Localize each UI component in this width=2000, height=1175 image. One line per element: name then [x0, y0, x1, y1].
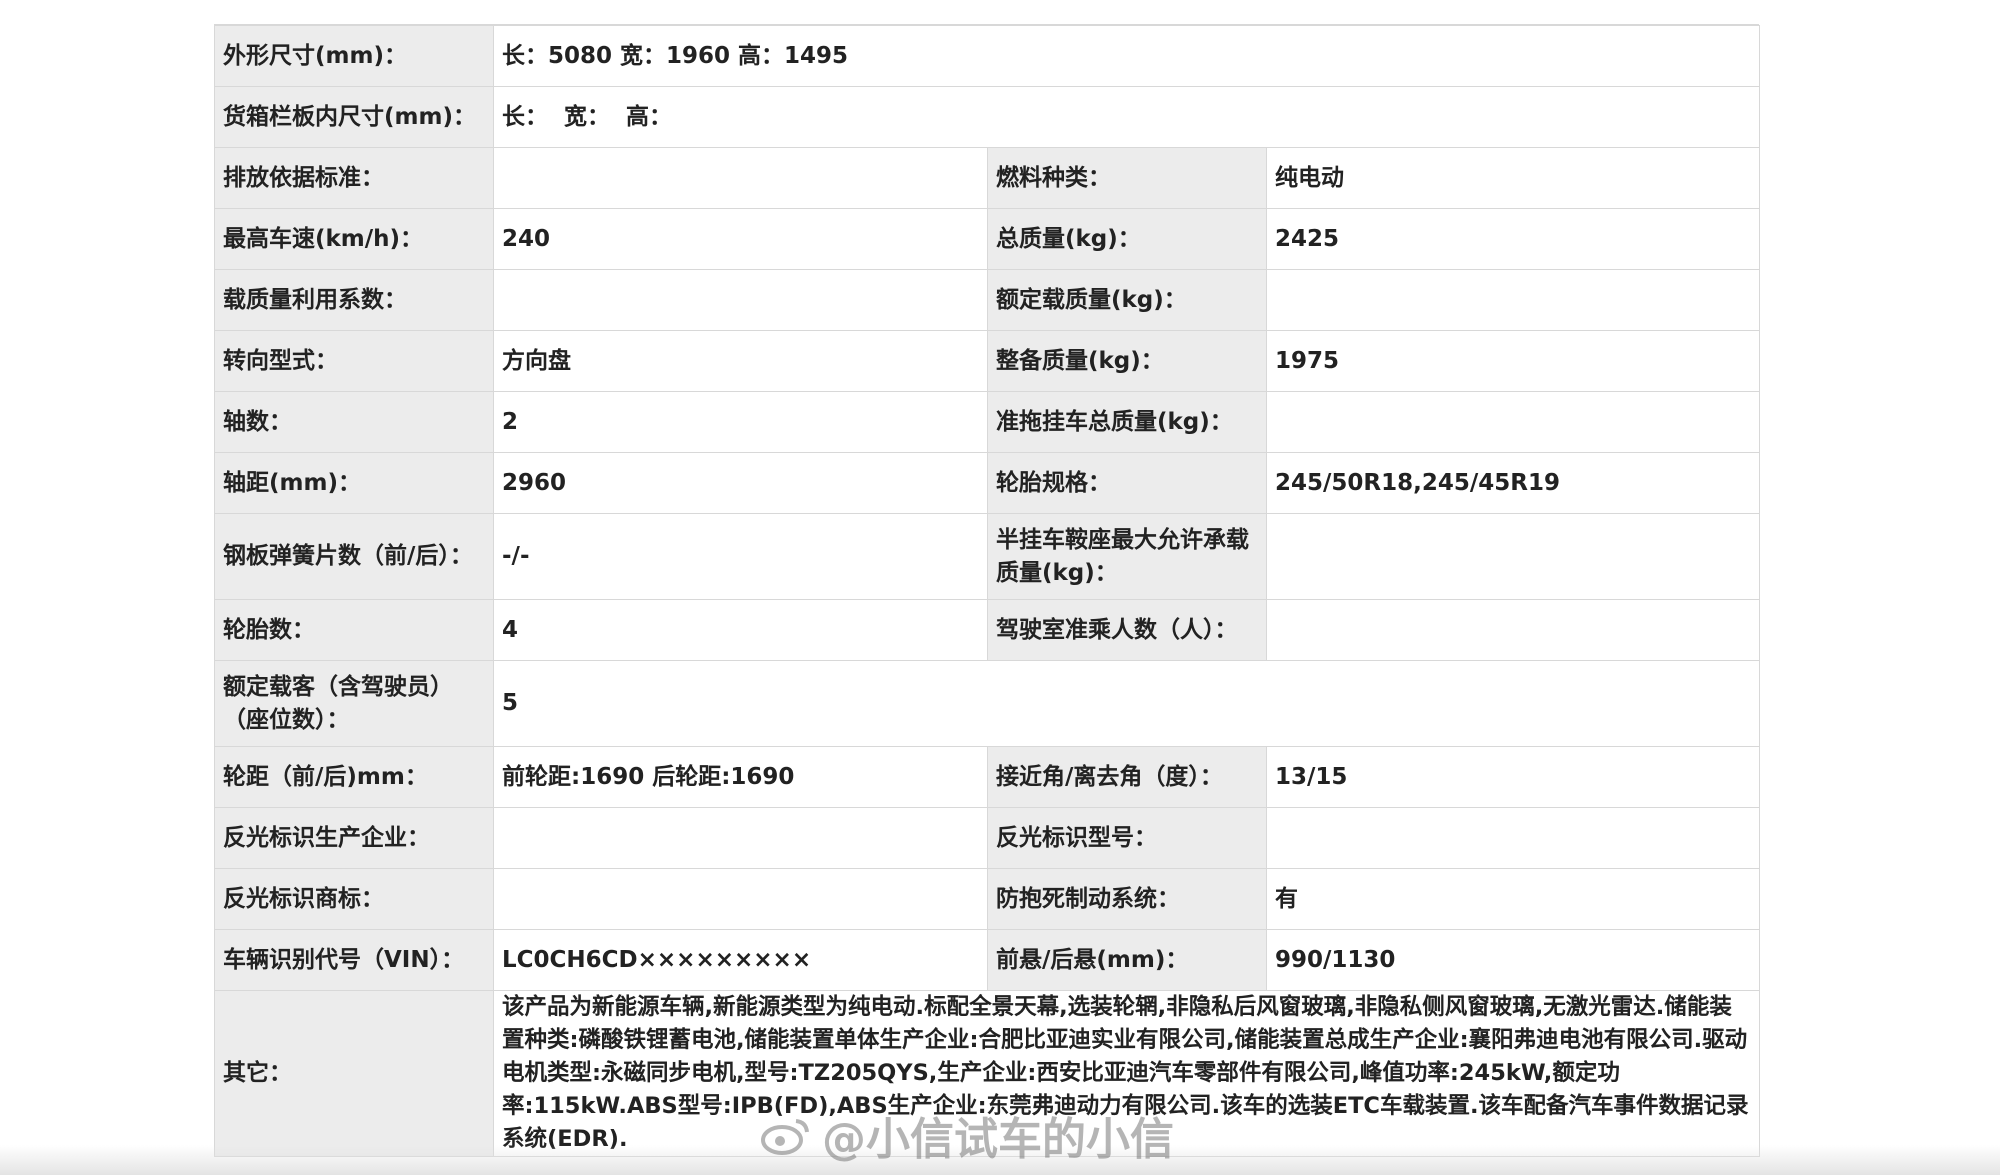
row-label: 轴数：	[214, 391, 494, 453]
row-value	[493, 147, 988, 209]
row-value	[1265, 513, 1761, 600]
spec-row-steering: 转向型式： 方向盘 整备质量(kg)： 1975	[214, 330, 1761, 392]
spec-row-axles: 轴数： 2 准拖挂车总质量(kg)：	[214, 391, 1761, 453]
row-value	[493, 269, 988, 331]
row-value: 240	[493, 208, 988, 270]
row-label: 前悬/后悬(mm)：	[987, 929, 1267, 991]
row-value	[1265, 599, 1761, 661]
row-label: 轮胎规格：	[987, 452, 1267, 514]
row-label: 接近角/离去角（度）：	[987, 746, 1267, 808]
row-label: 轮胎数：	[214, 599, 494, 661]
row-value: 4	[493, 599, 988, 661]
row-value: 前轮距:1690 后轮距:1690	[493, 746, 988, 808]
row-label: 最高车速(km/h)：	[214, 208, 494, 270]
row-value	[1265, 391, 1761, 453]
row-label: 钢板弹簧片数（前/后）：	[214, 513, 494, 600]
row-label: 轴距(mm)：	[214, 452, 494, 514]
row-label: 防抱死制动系统：	[987, 868, 1267, 930]
row-label: 载质量利用系数：	[214, 269, 494, 331]
spec-row-load: 载质量利用系数： 额定载质量(kg)：	[214, 269, 1761, 331]
row-value	[1265, 807, 1761, 869]
spec-row-reflector-brand: 反光标识商标： 防抱死制动系统： 有	[214, 868, 1761, 930]
row-label: 额定载客（含驾驶员）（座位数）：	[214, 660, 494, 747]
row-label: 反光标识生产企业：	[214, 807, 494, 869]
spec-row-track: 轮距（前/后)mm： 前轮距:1690 后轮距:1690 接近角/离去角（度）：…	[214, 746, 1761, 808]
row-label: 额定载质量(kg)：	[987, 269, 1267, 331]
watermark-text: @小信试车的小信	[822, 1114, 1174, 1165]
watermark: @小信试车的小信	[760, 1105, 1174, 1165]
row-value: 长： 宽： 高：	[492, 86, 1761, 148]
spec-row-speed-mass: 最高车速(km/h)： 240 总质量(kg)： 2425	[214, 208, 1761, 270]
row-value: 2425	[1265, 208, 1761, 270]
spec-row-reflector-maker: 反光标识生产企业： 反光标识型号：	[214, 807, 1761, 869]
row-value: 990/1130	[1265, 929, 1761, 991]
weibo-logo-icon	[761, 1119, 809, 1155]
row-label: 其它：	[214, 990, 494, 1157]
spec-row-vin: 车辆识别代号（VIN）： LC0CH6CD××××××××× 前悬/后悬(mm)…	[214, 929, 1761, 991]
row-value: 245/50R18,245/45R19	[1265, 452, 1761, 514]
row-label: 半挂车鞍座最大允许承载质量(kg)：	[987, 513, 1267, 600]
row-label: 反光标识型号：	[987, 807, 1267, 869]
row-value	[1265, 269, 1761, 331]
row-label: 货箱栏板内尺寸(mm)：	[214, 86, 494, 148]
row-value: 2960	[493, 452, 988, 514]
row-label: 燃料种类：	[987, 147, 1267, 209]
row-value: LC0CH6CD×××××××××	[493, 929, 988, 991]
row-label: 轮距（前/后)mm：	[214, 746, 494, 808]
row-label: 准拖挂车总质量(kg)：	[987, 391, 1267, 453]
row-label: 车辆识别代号（VIN）：	[214, 929, 494, 991]
spec-row-springs: 钢板弹簧片数（前/后）： -/- 半挂车鞍座最大允许承载质量(kg)：	[214, 513, 1761, 600]
row-value: 方向盘	[493, 330, 988, 392]
row-value	[493, 807, 988, 869]
row-value: 13/15	[1265, 746, 1761, 808]
row-value	[493, 868, 988, 930]
row-label: 总质量(kg)：	[987, 208, 1267, 270]
row-value: 纯电动	[1265, 147, 1761, 209]
spec-row-seats: 额定载客（含驾驶员）（座位数）： 5	[214, 660, 1761, 747]
spec-sheet: 外形尺寸(mm)： 长：5080 宽：1960 高：1495 货箱栏板内尺寸(m…	[214, 24, 1761, 1157]
spec-row-wheelbase: 轴距(mm)： 2960 轮胎规格： 245/50R18,245/45R19	[214, 452, 1761, 514]
spec-row-emission-fuel: 排放依据标准： 燃料种类： 纯电动	[214, 147, 1761, 209]
row-value: 长：5080 宽：1960 高：1495	[492, 25, 1761, 87]
spec-row-dimensions: 外形尺寸(mm)： 长：5080 宽：1960 高：1495	[214, 25, 1761, 87]
row-label: 外形尺寸(mm)：	[214, 25, 494, 87]
row-value: 5	[492, 660, 1761, 747]
row-value: 2	[493, 391, 988, 453]
row-label: 反光标识商标：	[214, 868, 494, 930]
row-value: 1975	[1265, 330, 1761, 392]
row-value: 有	[1265, 868, 1761, 930]
row-value: -/-	[493, 513, 988, 600]
row-label: 驾驶室准乘人数（人）：	[987, 599, 1267, 661]
row-label: 排放依据标准：	[214, 147, 494, 209]
spec-row-tires: 轮胎数： 4 驾驶室准乘人数（人）：	[214, 599, 1761, 661]
spec-row-cargo-dimensions: 货箱栏板内尺寸(mm)： 长： 宽： 高：	[214, 86, 1761, 148]
row-label: 转向型式：	[214, 330, 494, 392]
row-label: 整备质量(kg)：	[987, 330, 1267, 392]
vehicle-spec-table: 外形尺寸(mm)： 长：5080 宽：1960 高：1495 货箱栏板内尺寸(m…	[214, 25, 1761, 1157]
